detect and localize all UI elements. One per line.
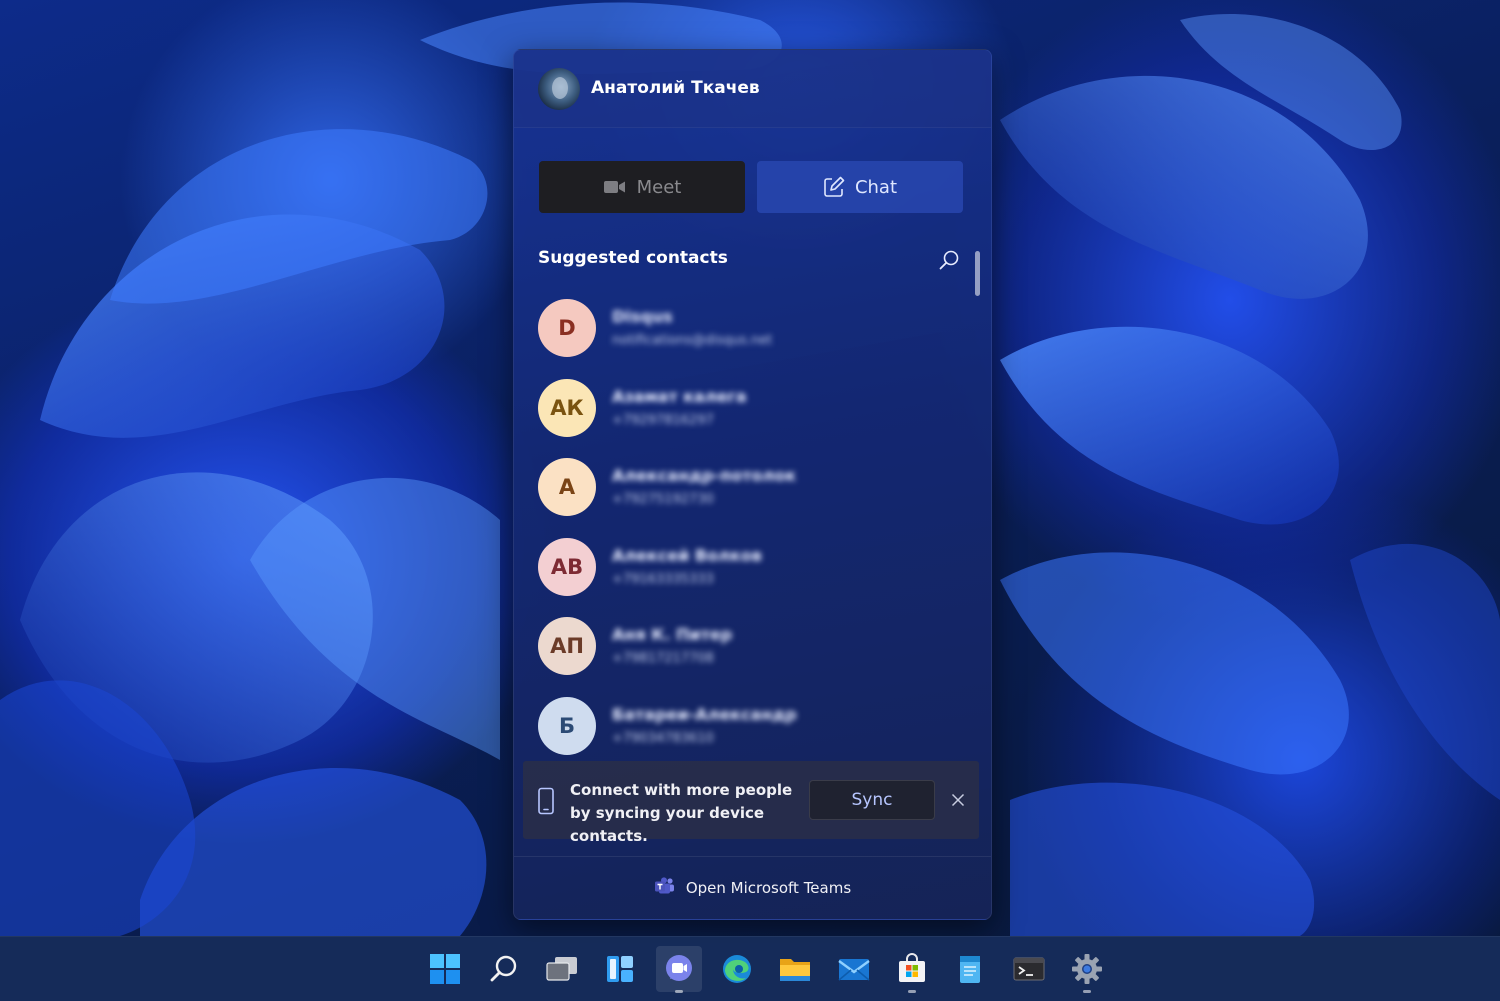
terminal-icon[interactable]	[1006, 946, 1052, 992]
search-icon[interactable]	[938, 249, 960, 271]
meet-label: Meet	[636, 176, 682, 198]
mail-icon[interactable]	[831, 946, 877, 992]
user-name: Анатолий Ткачев	[591, 78, 760, 98]
active-indicator	[675, 990, 683, 993]
taskbar	[0, 936, 1500, 1001]
contact-avatar: D	[538, 299, 596, 357]
contact-avatar: АК	[538, 378, 596, 437]
chat-button[interactable]: Chat	[757, 161, 963, 213]
contact-avatar: Б	[538, 696, 596, 755]
contact-detail: +79817217708	[612, 651, 714, 666]
teams-chat-flyout: Анатолий Ткачев Meet Chat Suggested cont…	[513, 49, 992, 920]
meet-button[interactable]: Meet	[539, 161, 745, 213]
task-view-icon[interactable]	[539, 946, 585, 992]
video-camera-icon	[603, 179, 627, 195]
user-avatar[interactable]	[538, 68, 580, 110]
contact-avatar: АВ	[538, 537, 596, 596]
contact-name: Disqus	[612, 307, 673, 326]
contact-avatar: А	[538, 458, 596, 516]
search-icon[interactable]	[481, 946, 527, 992]
open-teams-link[interactable]: Open Microsoft Teams	[514, 857, 991, 919]
suggested-contacts-title: Suggested contacts	[538, 248, 728, 268]
notepad-icon[interactable]	[947, 946, 993, 992]
contact-name: Александр-потолок	[612, 466, 797, 485]
flyout-header: Анатолий Ткачев	[514, 50, 991, 128]
contact-name: Алексей Волков	[612, 545, 762, 565]
running-indicator	[908, 990, 916, 993]
teams-logo-icon	[654, 877, 676, 899]
contact-item[interactable]: АВ Алексей Волков +79163335333	[538, 537, 958, 618]
contact-detail: +79275192730	[612, 492, 714, 507]
store-icon[interactable]	[889, 946, 935, 993]
chat-label: Chat	[854, 176, 898, 198]
compose-icon	[823, 176, 845, 198]
contact-detail: +79163335333	[612, 571, 714, 587]
teams-chat-icon[interactable]	[656, 946, 702, 993]
settings-icon[interactable]	[1064, 946, 1110, 993]
contact-name: Батареи-Александр	[612, 704, 797, 724]
sync-contacts-banner: Connect with more people by syncing your…	[523, 761, 979, 845]
phone-icon	[537, 787, 555, 819]
contact-item[interactable]: АК Азамат калега +79297816297	[538, 378, 958, 459]
contact-name: Азамат калега	[612, 386, 747, 406]
contacts-scrollbar[interactable]	[975, 251, 980, 296]
open-teams-label: Open Microsoft Teams	[685, 879, 852, 897]
contact-avatar: АП	[538, 617, 596, 675]
close-icon[interactable]	[951, 792, 965, 811]
contact-item[interactable]: АП Аня К. Питер +79817217708	[538, 617, 958, 697]
running-indicator	[1083, 990, 1091, 993]
contact-detail: notifications@disqus.net	[612, 333, 773, 348]
sync-message: Connect with more people by syncing your…	[570, 781, 793, 845]
widgets-icon[interactable]	[597, 946, 643, 992]
sync-button[interactable]: Sync	[809, 780, 935, 820]
edge-icon[interactable]	[714, 946, 760, 992]
contact-name: Аня К. Питер	[612, 625, 733, 644]
start-icon[interactable]	[422, 946, 468, 992]
contact-item[interactable]: D Disqus notifications@disqus.net	[538, 299, 958, 379]
suggested-contacts-list: D Disqus notifications@disqus.net АК Аза…	[538, 299, 958, 776]
contact-item[interactable]: А Александр-потолок +79275192730	[538, 458, 958, 538]
contact-detail: +79034783610	[612, 730, 714, 746]
contact-detail: +79297816297	[612, 412, 714, 428]
file-explorer-icon[interactable]	[772, 946, 818, 992]
